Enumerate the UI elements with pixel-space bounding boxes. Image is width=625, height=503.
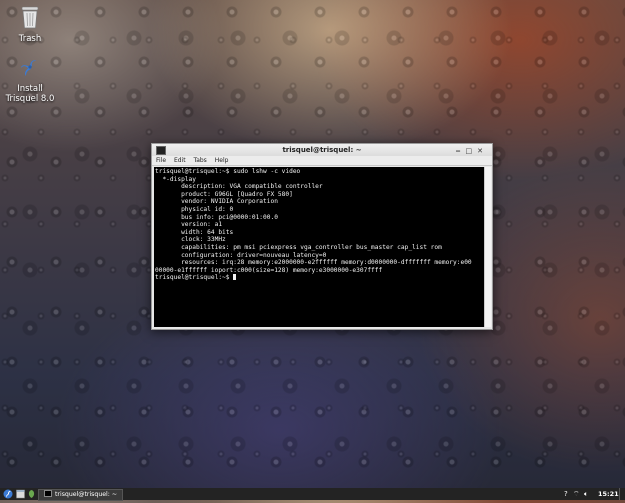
terminal-line: clock: 33MHz — [155, 236, 226, 244]
help-icon[interactable]: ? — [564, 488, 568, 500]
terminal-task-icon — [44, 490, 52, 497]
taskbar-window-label: trisquel@trisquel: ~ — [55, 491, 117, 498]
desktop-icon-trash[interactable]: Trash — [0, 5, 60, 44]
desktop-icon-install-trisquel[interactable]: Install Trisquel 8.0 — [0, 55, 60, 104]
menu-bar: File Edit Tabs Help — [152, 156, 492, 166]
menu-file[interactable]: File — [156, 157, 166, 164]
taskbar-window-button[interactable]: trisquel@trisquel: ~ — [38, 489, 123, 501]
menu-help[interactable]: Help — [215, 157, 229, 164]
show-desktop-button[interactable] — [619, 488, 625, 500]
terminal-app-icon — [156, 146, 166, 155]
terminal-output[interactable]: trisquel@trisquel:~$ sudo lshw -c video … — [154, 167, 484, 327]
maximize-icon[interactable]: □ — [466, 147, 478, 155]
terminal-prompt-line: trisquel@trisquel:~$ — [155, 274, 483, 282]
window-title: trisquel@trisquel: ~ — [282, 146, 362, 154]
terminal-line: *-display — [155, 175, 196, 183]
terminal-line: version: a1 — [155, 221, 223, 229]
menu-edit[interactable]: Edit — [174, 157, 186, 164]
terminal-line: description: VGA compatible controller — [155, 183, 323, 191]
install-trisquel-label: Install Trisquel 8.0 — [5, 84, 55, 104]
window-titlebar[interactable]: trisquel@trisquel: ~ ‒□✕ — [152, 144, 492, 156]
terminal-line: product: G96GL [Quadro FX 580] — [155, 190, 293, 198]
terminal-window[interactable]: trisquel@trisquel: ~ ‒□✕ File Edit Tabs … — [151, 143, 493, 330]
network-icon[interactable]: ⌔ — [573, 488, 580, 500]
taskbar: trisquel@trisquel: ~ ? ⌔ 🔈︎ 15:21 — [0, 488, 625, 501]
volume-icon[interactable]: 🔈︎ — [584, 488, 588, 500]
terminal-line: width: 64 bits — [155, 228, 234, 236]
trash-label: Trash — [18, 34, 42, 44]
minimize-icon[interactable]: ‒ — [456, 147, 466, 155]
terminal-line: trisquel@trisquel:~$ sudo lshw -c video — [155, 168, 301, 175]
terminal-line: resources: irq:28 memory:e2000000-e2ffff… — [155, 259, 472, 267]
trisquel-logo-icon — [21, 60, 37, 76]
start-menu-icon[interactable] — [3, 488, 13, 500]
terminal-line: capabilities: pm msi pciexpress vga_cont… — [155, 243, 442, 251]
terminal-line: vendor: NVIDIA Corporation — [155, 198, 278, 206]
terminal-line: 00000-e1ffffff ioport:c000(size=128) mem… — [155, 266, 383, 274]
terminal-scrollbar[interactable] — [484, 167, 491, 327]
browser-launcher-icon[interactable] — [27, 488, 36, 500]
terminal-cursor — [233, 274, 237, 281]
close-icon[interactable]: ✕ — [477, 147, 488, 155]
terminal-line: bus info: pci@0000:01:00.0 — [155, 213, 278, 221]
terminal-prompt: trisquel@trisquel:~$ — [155, 274, 234, 282]
clock[interactable]: 15:21 — [598, 488, 619, 500]
terminal-line: physical id: 0 — [155, 205, 234, 213]
terminal-line: configuration: driver=nouveau latency=0 — [155, 251, 327, 259]
trash-icon — [21, 6, 39, 29]
menu-tabs[interactable]: Tabs — [194, 157, 207, 164]
files-launcher-icon[interactable] — [16, 488, 25, 500]
